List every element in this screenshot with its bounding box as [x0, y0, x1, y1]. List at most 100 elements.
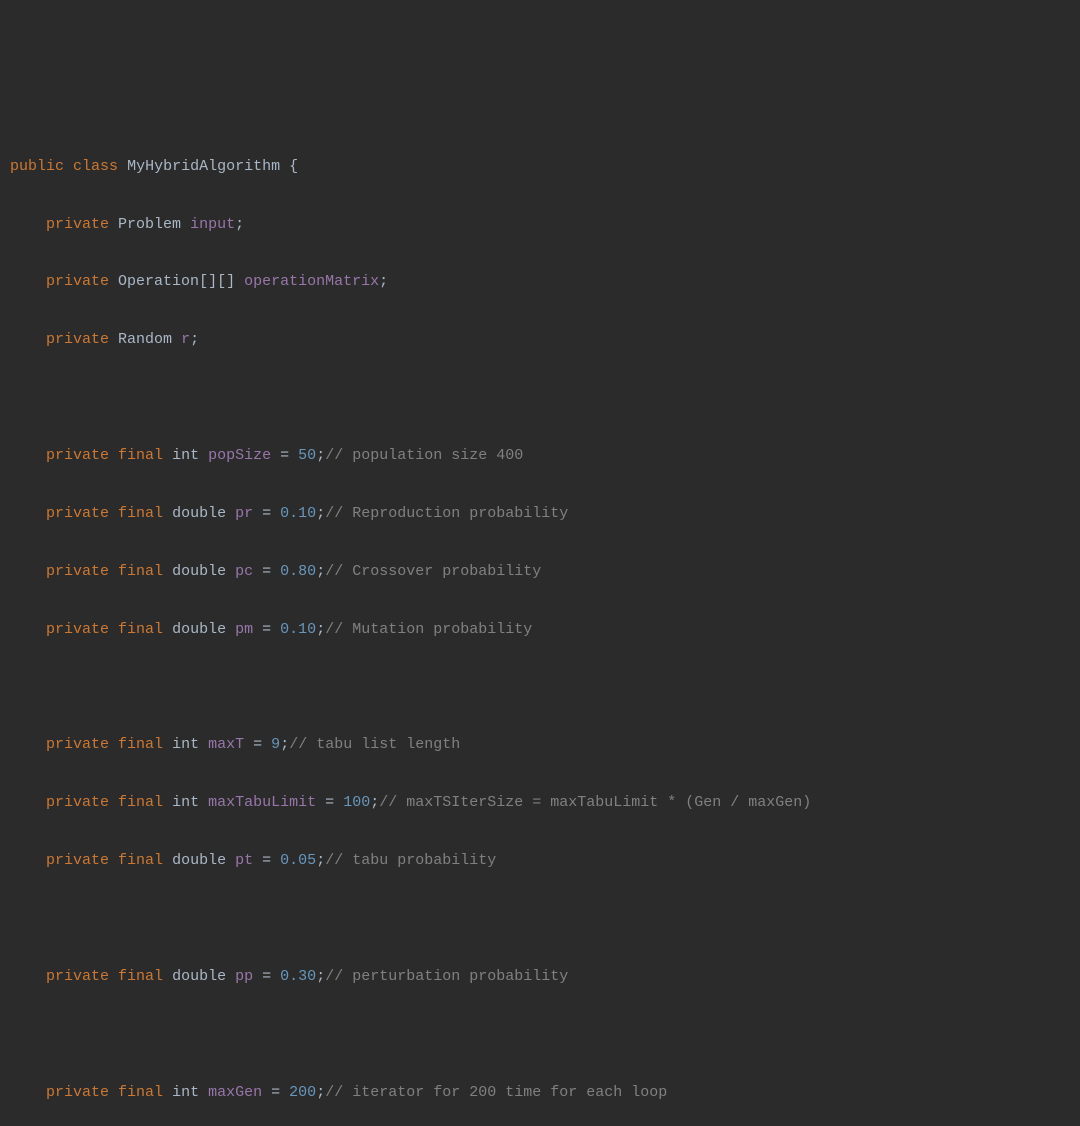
keyword-public: public: [10, 158, 64, 175]
comment: // Reproduction probability: [325, 505, 568, 522]
keyword-private: private: [46, 216, 109, 233]
type-name: int: [172, 794, 199, 811]
brace-open: {: [289, 158, 298, 175]
code-line: private final double pm = 0.10;// Mutati…: [10, 616, 1070, 645]
equals: =: [325, 794, 334, 811]
field-name: pm: [235, 621, 253, 638]
keyword-final: final: [118, 968, 163, 985]
code-line: private final double pr = 0.10;// Reprod…: [10, 500, 1070, 529]
keyword-final: final: [118, 852, 163, 869]
equals: =: [253, 736, 262, 753]
equals: =: [262, 852, 271, 869]
type-name: double: [172, 505, 226, 522]
field-name: r: [181, 331, 190, 348]
keyword-private: private: [46, 794, 109, 811]
type-name: int: [172, 447, 199, 464]
code-line: private final double pp = 0.30;// pertur…: [10, 963, 1070, 992]
comment: // Crossover probability: [325, 563, 541, 580]
type-name: double: [172, 852, 226, 869]
keyword-private: private: [46, 852, 109, 869]
keyword-final: final: [118, 736, 163, 753]
semicolon: ;: [316, 563, 325, 580]
comment: // tabu probability: [325, 852, 496, 869]
comment: // Mutation probability: [325, 621, 532, 638]
semicolon: ;: [190, 331, 199, 348]
field-name: input: [190, 216, 235, 233]
field-name: maxT: [208, 736, 244, 753]
type-name: Random: [118, 331, 172, 348]
comment: // iterator for 200 time for each loop: [325, 1084, 667, 1101]
equals: =: [262, 563, 271, 580]
type-name: Problem: [118, 216, 181, 233]
number-literal: 0.30: [280, 968, 316, 985]
field-name: pt: [235, 852, 253, 869]
code-editor[interactable]: public class MyHybridAlgorithm { private…: [10, 124, 1070, 1126]
keyword-final: final: [118, 447, 163, 464]
semicolon: ;: [379, 273, 388, 290]
semicolon: ;: [235, 216, 244, 233]
number-literal: 0.10: [280, 621, 316, 638]
number-literal: 0.05: [280, 852, 316, 869]
number-literal: 0.80: [280, 563, 316, 580]
equals: =: [280, 447, 289, 464]
type-name: double: [172, 563, 226, 580]
code-line: private Random r;: [10, 326, 1070, 355]
number-literal: 9: [271, 736, 280, 753]
semicolon: ;: [280, 736, 289, 753]
field-name: pp: [235, 968, 253, 985]
code-line-blank: [10, 674, 1070, 703]
comment: // tabu list length: [289, 736, 460, 753]
type-name: double: [172, 968, 226, 985]
comment: // population size 400: [325, 447, 523, 464]
keyword-private: private: [46, 1084, 109, 1101]
keyword-private: private: [46, 505, 109, 522]
semicolon: ;: [316, 968, 325, 985]
number-literal: 50: [298, 447, 316, 464]
keyword-final: final: [118, 505, 163, 522]
keyword-private: private: [46, 968, 109, 985]
field-name: maxTabuLimit: [208, 794, 316, 811]
comment: // maxTSIterSize = maxTabuLimit * (Gen /…: [379, 794, 811, 811]
code-line: private final int maxTabuLimit = 100;// …: [10, 789, 1070, 818]
brackets: [][]: [199, 273, 235, 290]
code-line-blank: [10, 905, 1070, 934]
number-literal: 100: [343, 794, 370, 811]
equals: =: [262, 505, 271, 522]
code-line: private Operation[][] operationMatrix;: [10, 268, 1070, 297]
type-name: int: [172, 736, 199, 753]
code-line-blank: [10, 1021, 1070, 1050]
number-literal: 0.10: [280, 505, 316, 522]
keyword-final: final: [118, 563, 163, 580]
keyword-class: class: [73, 158, 118, 175]
equals: =: [262, 621, 271, 638]
class-name: MyHybridAlgorithm: [127, 158, 280, 175]
code-line-blank: [10, 384, 1070, 413]
comment: // perturbation probability: [325, 968, 568, 985]
keyword-private: private: [46, 447, 109, 464]
field-name: operationMatrix: [244, 273, 379, 290]
equals: =: [271, 1084, 280, 1101]
code-line: private final double pt = 0.05;// tabu p…: [10, 847, 1070, 876]
semicolon: ;: [316, 852, 325, 869]
keyword-private: private: [46, 736, 109, 753]
keyword-final: final: [118, 1084, 163, 1101]
code-line: public class MyHybridAlgorithm {: [10, 153, 1070, 182]
type-name: int: [172, 1084, 199, 1101]
type-name: Operation: [118, 273, 199, 290]
field-name: maxGen: [208, 1084, 262, 1101]
keyword-private: private: [46, 331, 109, 348]
code-line: private final int popSize = 50;// popula…: [10, 442, 1070, 471]
number-literal: 200: [289, 1084, 316, 1101]
semicolon: ;: [316, 447, 325, 464]
code-line: private Problem input;: [10, 211, 1070, 240]
semicolon: ;: [370, 794, 379, 811]
keyword-private: private: [46, 273, 109, 290]
field-name: pr: [235, 505, 253, 522]
keyword-private: private: [46, 563, 109, 580]
field-name: pc: [235, 563, 253, 580]
code-line: private final double pc = 0.80;// Crosso…: [10, 558, 1070, 587]
type-name: double: [172, 621, 226, 638]
code-line: private final int maxT = 9;// tabu list …: [10, 731, 1070, 760]
equals: =: [262, 968, 271, 985]
code-line: private final int maxGen = 200;// iterat…: [10, 1079, 1070, 1108]
